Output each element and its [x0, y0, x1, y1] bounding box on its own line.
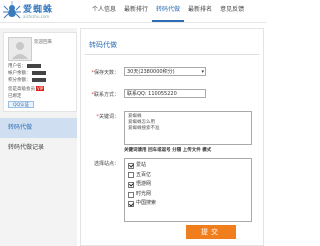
- site-option[interactable]: 时光网: [128, 190, 248, 200]
- bound-line: 已绑定: [8, 94, 22, 99]
- username-line: 用户名：: [8, 63, 41, 69]
- keywords-label: *关键词：: [96, 114, 119, 120]
- page-title: 转码代做: [89, 41, 117, 49]
- site-list: 爱站 五百亿 悟游网 时光网 中国搜索: [124, 158, 252, 222]
- points-line: 积分余额：: [8, 77, 46, 83]
- dropdown-caret-icon: ▾: [201, 69, 204, 75]
- balance-line: 帐户余额：: [8, 70, 46, 76]
- welcome-text: 欢迎回来: [34, 40, 52, 45]
- checkbox-icon[interactable]: [128, 172, 134, 179]
- site-logo[interactable]: 爱蜘蛛 aizhizhu.com: [3, 1, 67, 21]
- title-divider: [85, 54, 259, 55]
- nav-item-transcode[interactable]: 转码代做: [152, 0, 185, 22]
- top-bar: 爱蜘蛛 aizhizhu.com 个人信息 最新排行 转码代做 最新排名 意见反…: [0, 0, 266, 23]
- sidebar-item-transcode[interactable]: 转码代做: [0, 118, 77, 138]
- nav-item-latest-rank[interactable]: 最新排名: [184, 0, 216, 22]
- keywords-hint: 关键词请用 回车或逗号 分隔 上传文件 模式: [124, 148, 212, 153]
- submit-button[interactable]: 提交: [186, 225, 236, 239]
- main-panel: 转码代做 *保存天数： 30天(2380000积分) ▾ *联系方式： 联系QQ…: [80, 28, 264, 246]
- qq-verified-badge[interactable]: QQ认证: [8, 101, 34, 108]
- keywords-textarea[interactable]: 爱蜘蛛 爱蜘蛛怎么用 爱蜘蛛搜索不准: [124, 111, 252, 145]
- site-option[interactable]: 悟游网: [128, 180, 248, 190]
- site-option[interactable]: 五百亿: [128, 171, 248, 181]
- contact-input[interactable]: 联系QQ: 110055220: [124, 89, 206, 98]
- site-option[interactable]: 中国搜索: [128, 199, 248, 209]
- main-nav: 个人信息 最新排行 转码代做 最新排名 意见反馈: [88, 0, 248, 22]
- membership-line: 您是高级会员 VIP: [8, 86, 45, 92]
- nav-item-ranking[interactable]: 最新排行: [120, 0, 152, 22]
- nav-item-feedback[interactable]: 意见反馈: [216, 0, 248, 22]
- keyword-line: 爱蜘蛛搜索不准: [128, 126, 160, 131]
- logo-subtitle: aizhizhu.com: [23, 14, 50, 19]
- vip-badge: VIP: [36, 86, 45, 91]
- sidebar: 欢迎回来 用户名： 帐户余额： 积分余额： 您是高级会员 VIP 已绑定 QQ认证…: [0, 28, 77, 246]
- avatar-placeholder: [12, 42, 28, 59]
- nav-item-profile[interactable]: 个人信息: [88, 0, 120, 22]
- checkbox-icon[interactable]: [128, 191, 134, 198]
- period-select[interactable]: 30天(2380000积分) ▾: [124, 67, 206, 76]
- contact-label: *联系方式：: [91, 92, 119, 98]
- site-option[interactable]: 爱站: [128, 161, 248, 171]
- spider-logo-icon: [3, 1, 21, 19]
- user-profile-card: 欢迎回来 用户名： 帐户余额： 积分余额： 您是高级会员 VIP 已绑定 QQ认证: [3, 32, 77, 112]
- checkbox-icon[interactable]: [128, 181, 134, 188]
- sites-label: 选择站点：: [93, 161, 119, 167]
- avatar[interactable]: [8, 37, 32, 61]
- checkbox-icon[interactable]: [128, 201, 134, 208]
- period-label: *保存天数：: [91, 70, 119, 76]
- checkbox-icon[interactable]: [128, 162, 134, 169]
- sidebar-item-transcode-records[interactable]: 转码代做记录: [0, 138, 77, 158]
